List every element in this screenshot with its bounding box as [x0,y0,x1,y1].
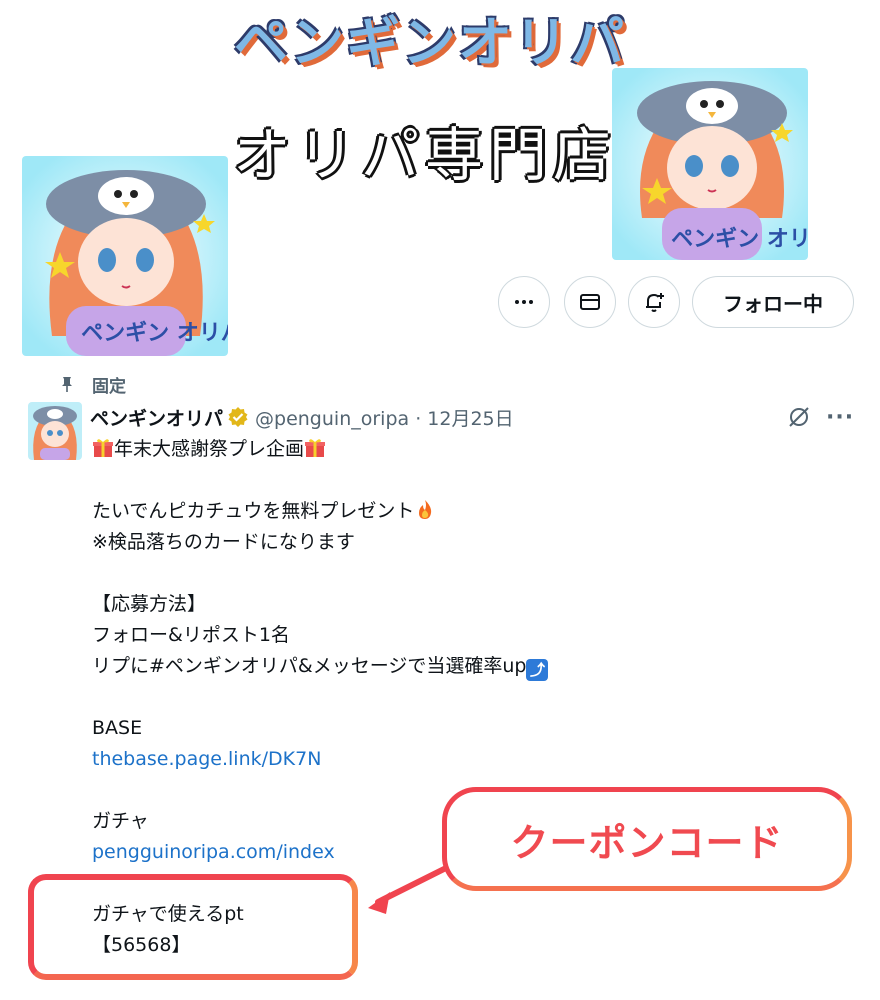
banner-mascot-illustration: ペンギン オリパ [612,68,808,260]
following-button[interactable]: フォロー中 [692,276,854,328]
tweet-avatar[interactable] [28,402,82,460]
pinned-indicator: 固定 [58,370,126,398]
gift-emoji-icon [305,439,326,457]
envelope-icon [580,294,600,310]
profile-actions: フォロー中 [0,276,880,332]
pinned-label: 固定 [92,376,126,397]
tweet-line-base-label: BASE [92,717,143,739]
tweet-header: ペンギンオリパ @penguin_oripa · 12月25日 [90,402,514,432]
tweet-more-icon[interactable]: ··· [826,405,854,430]
fire-emoji-icon [419,500,432,519]
coupon-code-callout: クーポンコード [442,787,852,891]
tweet-line-note: ※検品落ちのカードになります [92,531,355,553]
tweet-tools: ··· [786,404,854,430]
grok-icon[interactable] [786,404,812,430]
banner-title: ペンギンオリパ [234,11,626,74]
tweet-line-method-heading: 【応募方法】 [92,593,207,615]
notify-button[interactable] [628,276,680,328]
bell-plus-icon [646,293,664,312]
message-button[interactable] [564,276,616,328]
tweet-handle-date[interactable]: @penguin_oripa · 12月25日 [255,404,514,431]
coupon-highlight-box [28,874,358,980]
gift-emoji-icon [93,439,113,457]
more-options-button[interactable] [498,276,550,328]
tweet-line-follow: フォロー&リポスト1名 [92,624,290,646]
verified-badge-icon [228,407,248,427]
banner-art-label: ペンギン オリパ [671,227,808,252]
pin-icon [62,377,72,392]
tweet-display-name[interactable]: ペンギンオリパ [90,404,223,431]
tweet-line-reply: リプに#ペンギンオリパ&メッセージで当選確率up [92,655,527,677]
arrow-up-emoji-icon: ⤴ [526,659,549,681]
banner-subtitle: オリパ専門店 [232,121,617,189]
more-dots-icon [515,300,533,304]
tweet-title: 年末大感謝祭プレ企画 [114,438,305,460]
tweet-line-present: たいでんピカチュウを無料プレゼント [92,500,415,522]
base-link[interactable]: thebase.page.link/DK7N [92,744,792,775]
